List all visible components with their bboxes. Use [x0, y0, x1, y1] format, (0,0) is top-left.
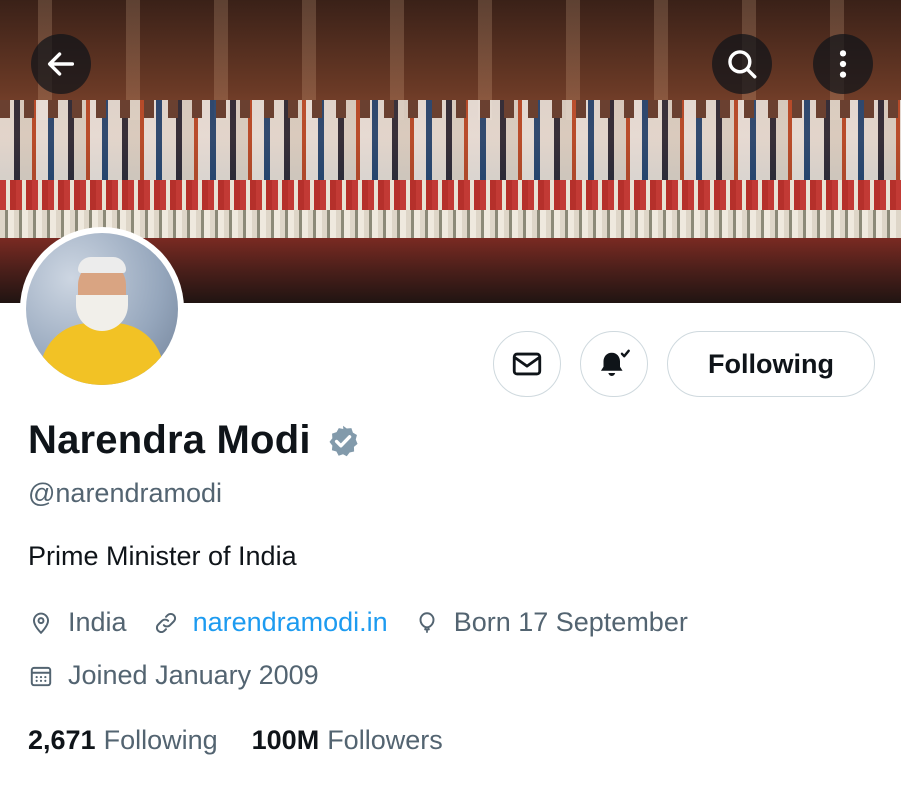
avatar[interactable]	[20, 227, 184, 391]
followers-stat[interactable]: 100M Followers	[252, 725, 443, 756]
avatar-hair	[78, 257, 126, 273]
display-name: Narendra Modi	[28, 418, 311, 462]
avatar-jacket	[40, 323, 164, 385]
location-pin-icon	[32, 612, 50, 634]
website-link[interactable]: narendramodi.in	[193, 607, 388, 638]
banner-flowers-red	[0, 180, 901, 210]
notifications-button[interactable]	[580, 331, 648, 397]
arrow-left-icon	[47, 52, 75, 76]
website[interactable]: narendramodi.in	[153, 607, 388, 638]
avatar-photo	[26, 233, 178, 385]
more-vertical-icon	[839, 50, 847, 78]
verified-badge-icon[interactable]	[325, 423, 361, 459]
banner-heads	[0, 100, 901, 118]
link-icon	[155, 612, 176, 633]
back-button[interactable]	[31, 34, 91, 94]
message-button[interactable]	[493, 331, 561, 397]
more-button[interactable]	[813, 34, 873, 94]
bio: Prime Minister of India	[28, 541, 297, 571]
birthday: Born 17 September	[414, 607, 688, 638]
joined: Joined January 2009	[28, 660, 319, 691]
name-row: Narendra Modi	[28, 418, 361, 463]
balloon-icon	[419, 611, 435, 633]
search-icon	[728, 50, 757, 79]
follow-stats: 2,671 Following 100M Followers	[28, 725, 477, 756]
calendar-icon	[30, 666, 52, 686]
bell-check-icon	[600, 349, 630, 376]
location-text: India	[68, 607, 127, 637]
search-button[interactable]	[712, 34, 772, 94]
joined-text: Joined January 2009	[68, 660, 319, 690]
location: India	[28, 607, 127, 638]
profile-meta-row: India narendramodi.in Born 17 September	[28, 607, 714, 638]
followers-label: Followers	[327, 725, 443, 755]
following-stat[interactable]: 2,671 Following	[28, 725, 218, 756]
birthday-text: Born 17 September	[453, 607, 688, 637]
following-count: 2,671	[28, 725, 96, 755]
mail-icon	[512, 352, 542, 376]
following-label: Following	[103, 725, 218, 755]
following-button[interactable]: Following	[667, 331, 875, 397]
handle: @narendramodi	[28, 478, 223, 508]
followers-count: 100M	[251, 725, 320, 755]
joined-row: Joined January 2009	[28, 660, 345, 691]
